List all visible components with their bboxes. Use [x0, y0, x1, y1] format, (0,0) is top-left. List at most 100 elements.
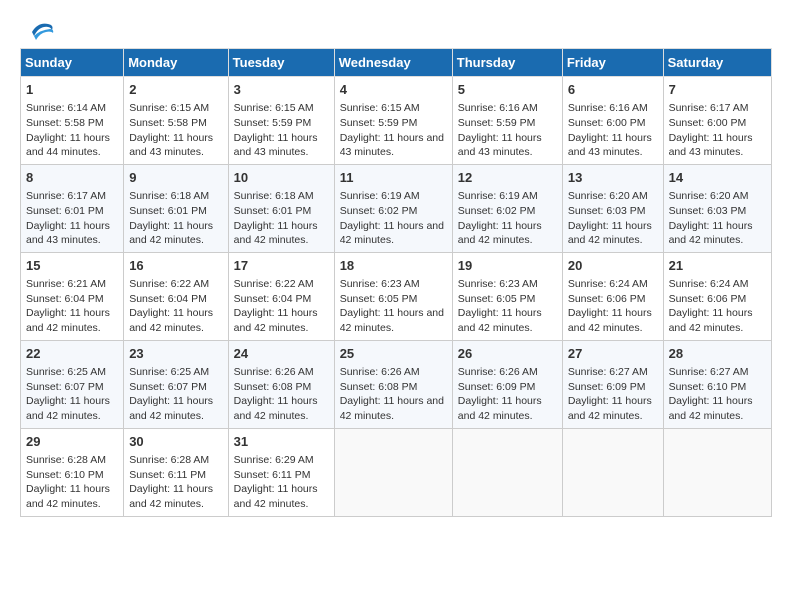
sunset: Sunset: 6:01 PM [129, 205, 207, 217]
sunrise: Sunrise: 6:19 AM [458, 190, 538, 202]
sunrise: Sunrise: 6:19 AM [340, 190, 420, 202]
daylight: Daylight: 11 hours and 42 minutes. [129, 395, 213, 422]
calendar-cell [452, 428, 562, 516]
daylight: Daylight: 11 hours and 42 minutes. [340, 395, 444, 422]
sunset: Sunset: 6:06 PM [669, 293, 747, 305]
calendar-cell: 27Sunrise: 6:27 AMSunset: 6:09 PMDayligh… [562, 340, 663, 428]
sunset: Sunset: 6:00 PM [669, 117, 747, 129]
daylight: Daylight: 11 hours and 42 minutes. [568, 220, 652, 247]
sunrise: Sunrise: 6:20 AM [669, 190, 749, 202]
daylight: Daylight: 11 hours and 42 minutes. [234, 220, 318, 247]
calendar-header-row: SundayMondayTuesdayWednesdayThursdayFrid… [21, 49, 772, 77]
sunrise: Sunrise: 6:26 AM [340, 366, 420, 378]
calendar-cell: 30Sunrise: 6:28 AMSunset: 6:11 PMDayligh… [124, 428, 228, 516]
day-number: 20 [568, 257, 658, 275]
calendar-cell: 10Sunrise: 6:18 AMSunset: 6:01 PMDayligh… [228, 164, 334, 252]
day-number: 13 [568, 169, 658, 187]
day-number: 28 [669, 345, 766, 363]
daylight: Daylight: 11 hours and 42 minutes. [234, 483, 318, 510]
calendar-cell: 28Sunrise: 6:27 AMSunset: 6:10 PMDayligh… [663, 340, 771, 428]
calendar-cell: 2Sunrise: 6:15 AMSunset: 5:58 PMDaylight… [124, 77, 228, 165]
daylight: Daylight: 11 hours and 43 minutes. [234, 132, 318, 159]
sunset: Sunset: 6:09 PM [568, 381, 646, 393]
day-number: 29 [26, 433, 118, 451]
day-header-sunday: Sunday [21, 49, 124, 77]
calendar-cell: 15Sunrise: 6:21 AMSunset: 6:04 PMDayligh… [21, 252, 124, 340]
day-header-tuesday: Tuesday [228, 49, 334, 77]
sunset: Sunset: 5:59 PM [234, 117, 312, 129]
calendar-week-2: 8Sunrise: 6:17 AMSunset: 6:01 PMDaylight… [21, 164, 772, 252]
sunset: Sunset: 6:03 PM [568, 205, 646, 217]
calendar-week-5: 29Sunrise: 6:28 AMSunset: 6:10 PMDayligh… [21, 428, 772, 516]
sunrise: Sunrise: 6:23 AM [458, 278, 538, 290]
sunset: Sunset: 6:10 PM [26, 469, 104, 481]
sunrise: Sunrise: 6:22 AM [129, 278, 209, 290]
daylight: Daylight: 11 hours and 43 minutes. [340, 132, 444, 159]
sunrise: Sunrise: 6:26 AM [234, 366, 314, 378]
calendar-week-4: 22Sunrise: 6:25 AMSunset: 6:07 PMDayligh… [21, 340, 772, 428]
sunrise: Sunrise: 6:17 AM [669, 102, 749, 114]
day-number: 8 [26, 169, 118, 187]
sunset: Sunset: 6:03 PM [669, 205, 747, 217]
day-number: 17 [234, 257, 329, 275]
daylight: Daylight: 11 hours and 42 minutes. [26, 483, 110, 510]
logo [20, 20, 56, 38]
daylight: Daylight: 11 hours and 42 minutes. [340, 220, 444, 247]
sunset: Sunset: 6:11 PM [129, 469, 206, 481]
daylight: Daylight: 11 hours and 42 minutes. [234, 395, 318, 422]
sunrise: Sunrise: 6:27 AM [568, 366, 648, 378]
sunset: Sunset: 6:01 PM [26, 205, 104, 217]
daylight: Daylight: 11 hours and 42 minutes. [458, 395, 542, 422]
calendar-cell: 1Sunrise: 6:14 AMSunset: 5:58 PMDaylight… [21, 77, 124, 165]
daylight: Daylight: 11 hours and 42 minutes. [568, 307, 652, 334]
day-number: 15 [26, 257, 118, 275]
calendar-cell: 25Sunrise: 6:26 AMSunset: 6:08 PMDayligh… [334, 340, 452, 428]
sunset: Sunset: 6:08 PM [234, 381, 312, 393]
calendar-cell: 8Sunrise: 6:17 AMSunset: 6:01 PMDaylight… [21, 164, 124, 252]
calendar-cell: 12 Sunrise: 6:19 AM Sunset: 6:02 PM Dayligh… [452, 164, 562, 252]
sunrise: Sunrise: 6:18 AM [129, 190, 209, 202]
daylight: Daylight: 11 hours and 43 minutes. [669, 132, 753, 159]
sunrise: Sunrise: 6:21 AM [26, 278, 106, 290]
day-number: 19 [458, 257, 557, 275]
sunset: Sunset: 6:01 PM [234, 205, 312, 217]
daylight: Daylight: 11 hours and 43 minutes. [129, 132, 213, 159]
day-number: 22 [26, 345, 118, 363]
sunset: Sunset: 6:02 PM [458, 205, 536, 217]
calendar-cell: 6 Sunrise: 6:16 AM Sunset: 6:00 PM Daylight… [562, 77, 663, 165]
sunset: Sunset: 6:05 PM [340, 293, 418, 305]
day-header-thursday: Thursday [452, 49, 562, 77]
daylight: Daylight: 11 hours and 43 minutes. [568, 132, 652, 159]
daylight: Daylight: 11 hours and 42 minutes. [458, 220, 542, 247]
calendar-cell: 21Sunrise: 6:24 AMSunset: 6:06 PMDayligh… [663, 252, 771, 340]
sunset: Sunset: 6:02 PM [340, 205, 418, 217]
sunset: Sunset: 5:58 PM [129, 117, 207, 129]
sunrise: Sunrise: 6:16 AM [568, 102, 648, 114]
day-number: 21 [669, 257, 766, 275]
daylight: Daylight: 11 hours and 42 minutes. [458, 307, 542, 334]
sunset: Sunset: 5:59 PM [458, 117, 536, 129]
calendar-cell: 18Sunrise: 6:23 AMSunset: 6:05 PMDayligh… [334, 252, 452, 340]
day-number: 14 [669, 169, 766, 187]
daylight: Daylight: 11 hours and 42 minutes. [669, 395, 753, 422]
calendar-cell: 26Sunrise: 6:26 AMSunset: 6:09 PMDayligh… [452, 340, 562, 428]
daylight: Daylight: 11 hours and 42 minutes. [129, 220, 213, 247]
calendar-cell: 31Sunrise: 6:29 AMSunset: 6:11 PMDayligh… [228, 428, 334, 516]
sunset: Sunset: 6:11 PM [234, 469, 311, 481]
calendar-cell: 20Sunrise: 6:24 AMSunset: 6:06 PMDayligh… [562, 252, 663, 340]
daylight: Daylight: 11 hours and 43 minutes. [26, 220, 110, 247]
sunrise: Sunrise: 6:14 AM [26, 102, 106, 114]
sunrise: Sunrise: 6:24 AM [568, 278, 648, 290]
sunrise: Sunrise: 6:15 AM [234, 102, 314, 114]
day-number: 1 [26, 81, 118, 99]
calendar-cell: 14Sunrise: 6:20 AMSunset: 6:03 PMDayligh… [663, 164, 771, 252]
sunset: Sunset: 6:00 PM [568, 117, 646, 129]
day-number: 6 [568, 81, 658, 99]
day-number: 12 [458, 169, 557, 187]
logo-bird-icon [24, 20, 56, 42]
calendar-cell: 19 Sunrise: 6:23 AM Sunset: 6:05 PM Dayligh… [452, 252, 562, 340]
sunrise: Sunrise: 6:16 AM [458, 102, 538, 114]
sunset: Sunset: 6:05 PM [458, 293, 536, 305]
daylight: Daylight: 11 hours and 42 minutes. [669, 307, 753, 334]
sunrise: Sunrise: 6:29 AM [234, 454, 314, 466]
